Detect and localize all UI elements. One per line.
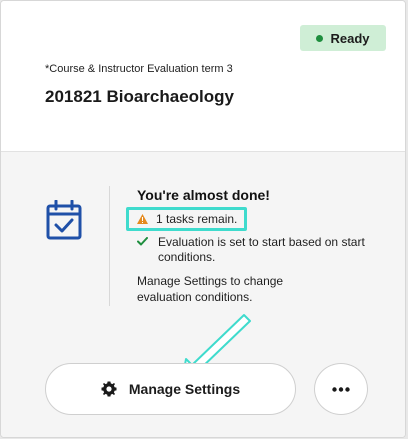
evaluation-card: Ready *Course & Instructor Evaluation te… (0, 0, 406, 438)
status-badge: Ready (300, 25, 386, 51)
ellipsis-icon (332, 386, 350, 392)
manage-settings-label: Manage Settings (128, 381, 241, 397)
manage-settings-button[interactable]: Manage Settings (45, 363, 296, 415)
progress-heading: You're almost done! (137, 187, 270, 203)
checkmark-icon (137, 237, 148, 246)
status-label: Ready (330, 30, 370, 46)
vertical-divider (109, 186, 110, 306)
instruction-text: Manage Settings to change evaluation con… (137, 274, 284, 304)
more-options-button[interactable] (314, 363, 368, 415)
completed-item-text: Evaluation is set to start based on star… (158, 235, 365, 264)
tasks-remaining-text: 1 tasks remain. (156, 212, 238, 226)
status-dot-icon (316, 34, 324, 42)
calendar-check-icon (46, 200, 82, 240)
gear-icon (101, 381, 117, 397)
course-title: 201821 Bioarchaeology (45, 87, 234, 106)
evaluation-title: *Course & Instructor Evaluation term 3 (45, 63, 233, 75)
warning-icon (137, 214, 148, 224)
card-header (1, 1, 405, 152)
